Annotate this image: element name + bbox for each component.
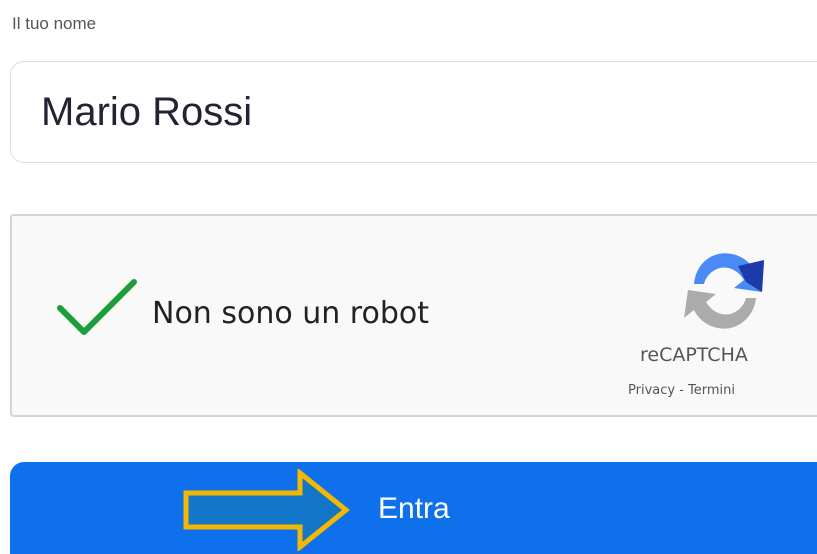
submit-button[interactable]: Entra (10, 462, 817, 554)
recaptcha-widget: Non sono un robot reCAPTCHA Privacy - Te… (10, 214, 817, 417)
privacy-link[interactable]: Privacy (628, 383, 675, 398)
name-label: Il tuo nome (12, 14, 97, 33)
terms-link[interactable]: Termini (688, 383, 735, 398)
recaptcha-logo-icon (684, 253, 764, 329)
login-form: Il tuo nome Non sono un robot reCAPTCHA … (0, 0, 817, 554)
arrow-right-icon (183, 469, 350, 551)
links-separator: - (675, 383, 689, 398)
recaptcha-brand: reCAPTCHA (640, 344, 748, 366)
captcha-label: Non sono un robot (152, 296, 429, 331)
captcha-links: Privacy - Termini (628, 383, 735, 398)
name-input[interactable] (10, 61, 817, 163)
checkmark-icon[interactable] (56, 278, 138, 338)
submit-label: Entra (378, 492, 450, 525)
